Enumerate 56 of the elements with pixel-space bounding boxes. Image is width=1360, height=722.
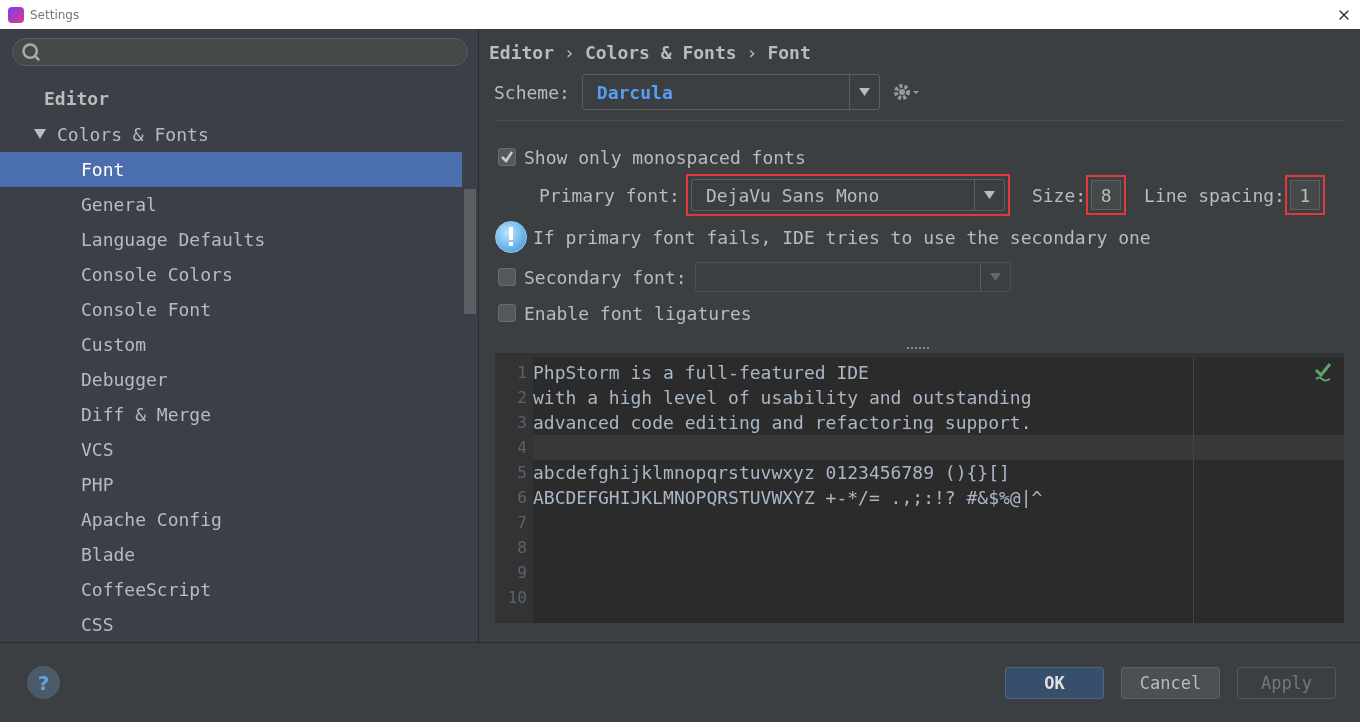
search-field[interactable] (12, 38, 468, 67)
tree-item[interactable]: VCS (0, 432, 462, 467)
checkbox-label: Show only monospaced fonts (524, 146, 806, 168)
code-line: advanced code editing and refactoring support. (533, 412, 1032, 433)
field-label: Line spacing: (1144, 184, 1285, 206)
tree-item[interactable]: Blade (0, 536, 462, 572)
tree-item[interactable]: CSS (0, 606, 462, 642)
primary-font-dropdown[interactable]: DejaVu Sans Mono (690, 179, 1005, 211)
breadcrumb-separator: › (564, 41, 575, 63)
checkbox-label: Secondary font: (524, 266, 687, 288)
check-icon (1314, 362, 1332, 382)
search-icon (21, 42, 41, 63)
tree-item[interactable]: PHP (0, 467, 462, 502)
gear-icon[interactable] (891, 82, 922, 102)
breadcrumb-item: Font (767, 41, 811, 63)
checkbox[interactable] (498, 148, 516, 166)
tree-label: Colors & Fonts (57, 124, 209, 146)
code-line: ABCDEFGHIJKLMNOPQRSTUVWXYZ +-*/= .,;:!? #&$%@|^ (533, 487, 1043, 508)
app-logo-icon (8, 6, 24, 23)
tree-item[interactable]: CoffeeScript (0, 571, 462, 607)
tree-item[interactable]: Apache Config (0, 502, 462, 537)
tree-item[interactable]: Language Defaults (0, 222, 462, 258)
breadcrumb-item: Editor (489, 41, 555, 63)
tree-item[interactable]: Console Colors (0, 257, 462, 293)
checkbox[interactable] (498, 304, 516, 322)
code-line: abcdefghijklmnopqrstuvwxyz 0123456789 (){}[] (533, 462, 1010, 483)
size-field[interactable]: 8 (1091, 180, 1122, 210)
field-label: Scheme: (494, 81, 570, 103)
field-label: Size: (1031, 184, 1087, 206)
tree-item[interactable]: Colors & Fonts (0, 117, 462, 153)
section-heading: Editor (43, 86, 111, 111)
breadcrumb-item: Colors & Fonts (584, 41, 737, 63)
tree-item[interactable]: Diff & Merge (0, 397, 462, 432)
scheme-dropdown[interactable]: Darcula (581, 74, 880, 110)
dropdown-arrow-icon (858, 88, 870, 96)
code-line: PhpStorm is a full-featured IDE (533, 362, 869, 383)
dropdown-arrow-icon (983, 191, 995, 199)
expand-arrow-icon[interactable] (34, 127, 46, 140)
dialog-button[interactable]: Cancel (1121, 666, 1220, 699)
tree-item[interactable]: Console Font (0, 292, 462, 328)
info-message: If primary font fails, IDE tries to use the secondary one (533, 226, 1151, 248)
window-title: Settings (30, 7, 81, 22)
scrollbar-thumb[interactable] (464, 189, 476, 314)
field-label: Primary font: (539, 184, 680, 206)
tree-item[interactable]: General (0, 187, 462, 223)
checkbox-label: Enable font ligatures (524, 302, 752, 324)
breadcrumb-separator: › (746, 41, 758, 63)
tree-item[interactable]: Custom (0, 327, 462, 363)
code-line: with a high level of usability and outstanding (533, 387, 1032, 408)
info-icon (495, 221, 527, 253)
line-spacing-field[interactable]: 1 (1289, 180, 1320, 210)
resize-grip-icon[interactable] (907, 347, 929, 351)
tree-item[interactable]: Font (0, 152, 462, 188)
dialog-button[interactable]: OK (1005, 666, 1104, 699)
tree-item[interactable]: Debugger (0, 362, 462, 398)
dropdown-arrow-icon (989, 273, 1001, 281)
